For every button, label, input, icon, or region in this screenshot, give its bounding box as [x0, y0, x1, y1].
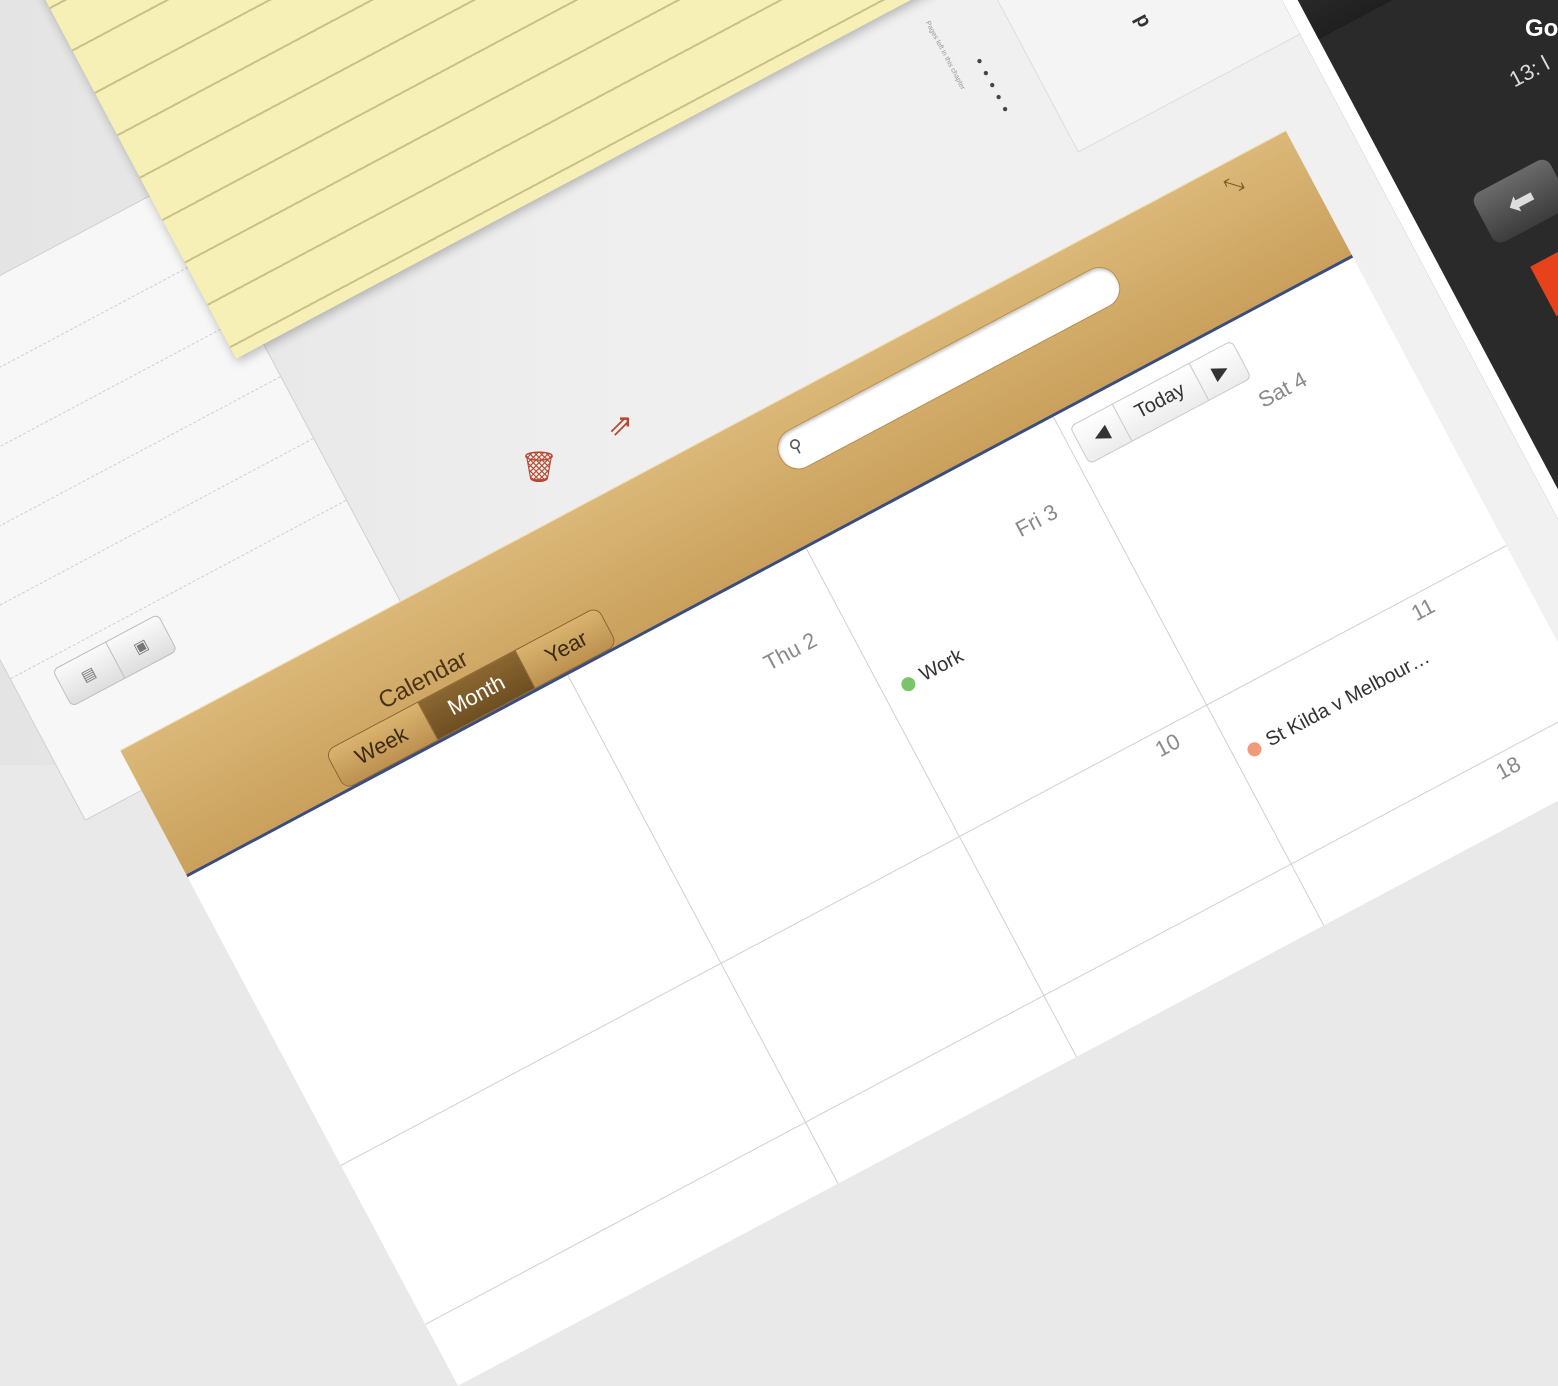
arrow-left-icon: ⬅: [1499, 177, 1543, 225]
search-icon: ⚲: [785, 434, 807, 458]
trash-icon[interactable]: 🗑: [520, 450, 558, 485]
back-button[interactable]: ⬅: [1470, 156, 1558, 247]
player-title: Go: [1525, 15, 1558, 42]
player-header: [1262, 0, 1558, 40]
expand-icon[interactable]: ⤡: [1220, 169, 1248, 200]
share-icon[interactable]: ⇗: [608, 408, 633, 443]
